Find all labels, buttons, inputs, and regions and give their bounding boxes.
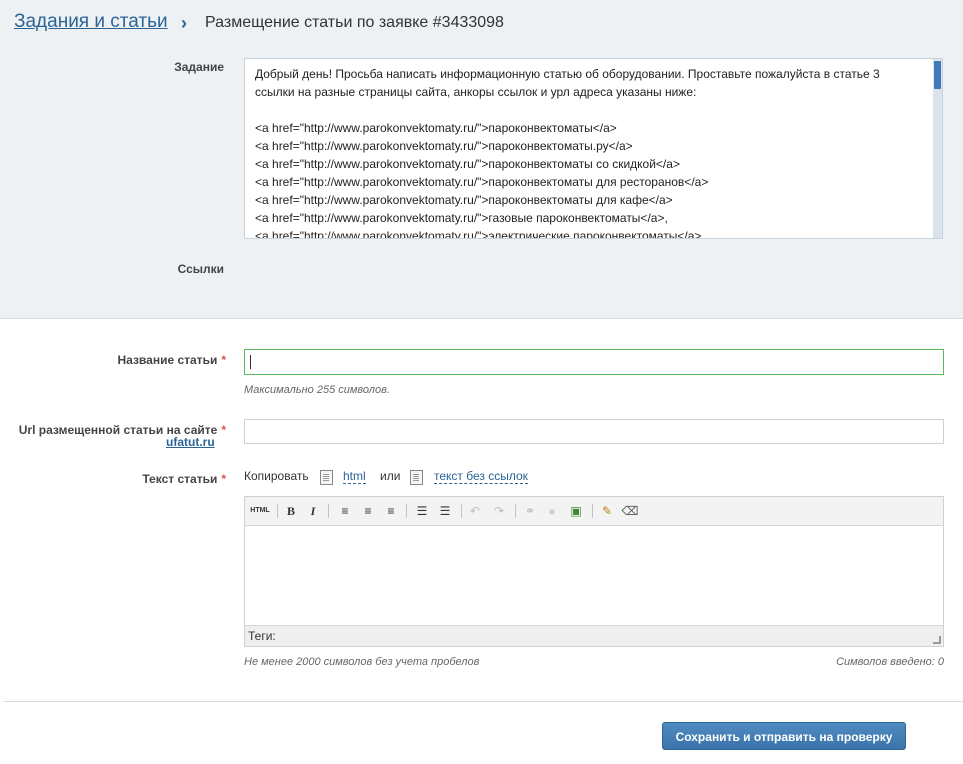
- copy-label: Копировать: [244, 469, 309, 483]
- site-link[interactable]: ufatut.ru: [166, 435, 215, 449]
- title-hint: Максимально 255 символов.: [244, 384, 390, 396]
- task-label: Задание: [174, 60, 224, 74]
- numbered-list-icon[interactable]: ☰: [436, 503, 454, 519]
- toolbar-divider: [277, 504, 278, 518]
- page-title: Размещение статьи по заявке #3433098: [205, 14, 504, 31]
- breadcrumb-separator-icon: ›: [181, 13, 187, 33]
- redo-icon[interactable]: ↷: [490, 503, 508, 519]
- toolbar-divider: [515, 504, 516, 518]
- links-label: Ссылки: [177, 262, 224, 276]
- copy-document-icon: [410, 470, 423, 485]
- link-icon[interactable]: ⚭: [521, 503, 539, 519]
- image-icon[interactable]: ▣: [567, 503, 585, 519]
- undo-icon[interactable]: ↶: [466, 503, 484, 519]
- clean-format-icon[interactable]: ✎: [598, 503, 616, 519]
- task-scroll-thumb[interactable]: [934, 61, 941, 89]
- html-mode-icon[interactable]: HTML: [248, 503, 272, 519]
- toolbar-divider: [328, 504, 329, 518]
- title-label-text: Название статьи: [117, 353, 218, 367]
- task-text: Добрый день! Просьба написать информацио…: [255, 67, 880, 239]
- toolbar-divider: [406, 504, 407, 518]
- copy-or-text: или: [380, 469, 401, 483]
- text-cursor: [250, 355, 251, 369]
- tags-label: Теги:: [248, 629, 276, 643]
- text-label: Текст статьи *: [40, 472, 226, 486]
- title-required-mark: *: [221, 353, 226, 367]
- text-editor: HTML B I ≡ ≡ ≡ ☰ ☰ ↶ ↷ ⚭ ⚹ ▣ ✎ ⌫ Теги:: [244, 496, 944, 647]
- url-input[interactable]: [244, 419, 944, 444]
- editor-statusbar: Теги:: [245, 625, 943, 646]
- copy-nolinks-link[interactable]: текст без ссылок: [434, 469, 528, 484]
- editor-body[interactable]: [245, 526, 943, 627]
- task-scrollbar[interactable]: [933, 59, 942, 238]
- text-required-mark: *: [221, 472, 226, 486]
- breadcrumb: Задания и статьи › Размещение статьи по …: [0, 0, 963, 50]
- align-right-icon[interactable]: ≡: [382, 503, 400, 519]
- bold-icon[interactable]: B: [282, 503, 300, 519]
- bullet-list-icon[interactable]: ☰: [413, 503, 431, 519]
- italic-icon[interactable]: I: [304, 503, 322, 519]
- align-left-icon[interactable]: ≡: [336, 503, 354, 519]
- url-required-mark: *: [221, 423, 226, 437]
- text-label-text: Текст статьи: [142, 472, 218, 486]
- unlink-icon[interactable]: ⚹: [543, 503, 561, 519]
- min-chars-hint: Не менее 2000 символов без учета пробело…: [244, 656, 480, 668]
- submit-button[interactable]: Сохранить и отправить на проверку: [662, 722, 906, 750]
- char-count: Символов введено: 0: [836, 656, 944, 668]
- divider: [4, 701, 963, 702]
- eraser-icon[interactable]: ⌫: [621, 503, 639, 519]
- breadcrumb-parent-link[interactable]: Задания и статьи: [14, 11, 168, 33]
- toolbar-divider: [592, 504, 593, 518]
- copy-document-icon: [320, 470, 333, 485]
- title-input[interactable]: [244, 349, 944, 375]
- editor-toolbar: HTML B I ≡ ≡ ≡ ☰ ☰ ↶ ↷ ⚭ ⚹ ▣ ✎ ⌫: [245, 497, 943, 526]
- title-label: Название статьи *: [40, 353, 226, 367]
- copy-html-link[interactable]: html: [343, 469, 366, 484]
- toolbar-divider: [461, 504, 462, 518]
- resize-handle-icon[interactable]: [933, 636, 941, 644]
- task-textbox[interactable]: Добрый день! Просьба написать информацио…: [244, 58, 943, 239]
- align-center-icon[interactable]: ≡: [359, 503, 377, 519]
